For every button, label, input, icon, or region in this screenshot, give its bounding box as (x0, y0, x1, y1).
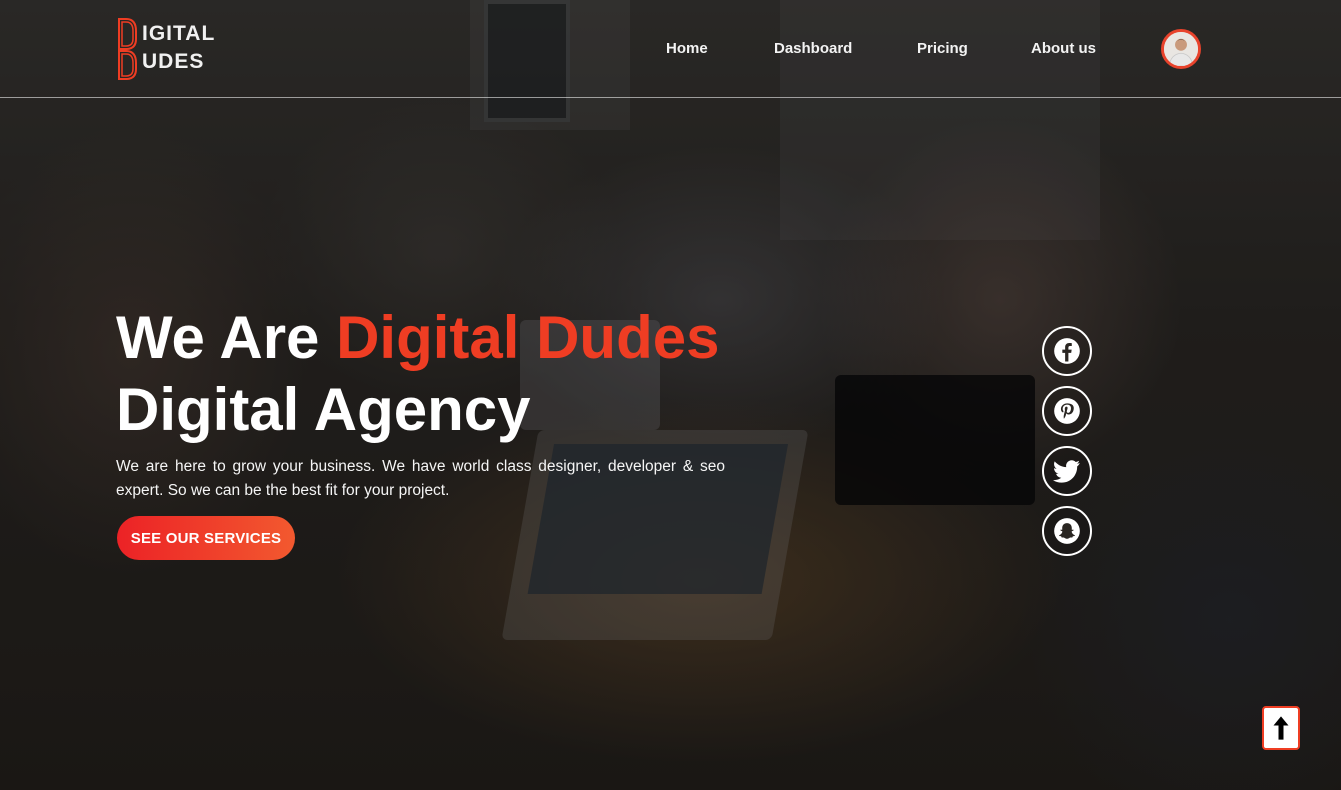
pinterest-icon (1054, 398, 1080, 424)
nav-pricing[interactable]: Pricing (917, 40, 968, 57)
hero-title-accent: Digital Dudes (336, 304, 720, 371)
back-to-top-button[interactable] (1262, 706, 1300, 750)
user-avatar[interactable] (1161, 29, 1201, 69)
pinterest-link[interactable] (1042, 386, 1092, 436)
see-our-services-button[interactable]: SEE OUR SERVICES (117, 516, 295, 560)
logo-text-line2: UDES (142, 50, 205, 73)
nav-home[interactable]: Home (666, 40, 708, 57)
nav-dashboard[interactable]: Dashboard (774, 40, 852, 57)
hero-title-line2: Digital Agency (116, 376, 531, 443)
facebook-icon (1054, 338, 1080, 364)
hero-title-part1: We Are (116, 304, 337, 371)
facebook-link[interactable] (1042, 326, 1092, 376)
site-header: IGITAL UDES Home Dashboard Pricing About… (0, 0, 1341, 98)
user-avatar-icon (1164, 32, 1198, 66)
hero-title: We Are Digital Dudes Digital Agency (116, 302, 816, 446)
snapchat-link[interactable] (1042, 506, 1092, 556)
snapchat-icon (1054, 518, 1080, 544)
brand-logo[interactable]: IGITAL UDES (116, 15, 226, 85)
hero-description: We are here to grow your business. We ha… (116, 458, 725, 499)
nav-about-us[interactable]: About us (1031, 40, 1096, 57)
logo-text-line1: IGITAL (142, 22, 216, 45)
logo-d-mark-icon (118, 18, 137, 80)
twitter-link[interactable] (1042, 446, 1092, 496)
twitter-icon (1053, 460, 1080, 483)
arrow-up-icon (1273, 716, 1289, 740)
